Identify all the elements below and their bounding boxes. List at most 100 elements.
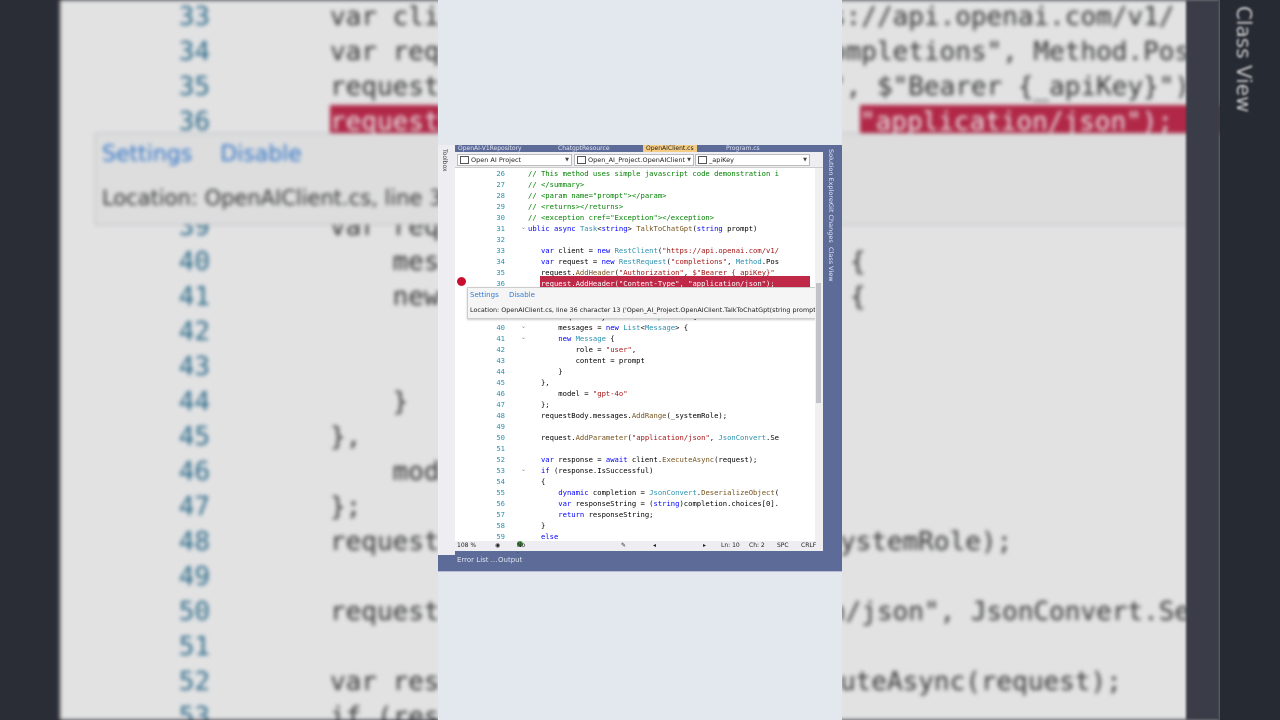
fold-toggle-icon[interactable]: ⌄ <box>521 224 526 231</box>
background-settings-link: Settings <box>102 142 193 167</box>
code-line[interactable]: var responseString = (string)completion.… <box>528 499 779 508</box>
line-number: 26 <box>496 169 505 178</box>
code-line[interactable]: var response = await client.ExecuteAsync… <box>528 455 757 464</box>
background-line-number: 53 <box>178 702 210 720</box>
background-code-text: }; <box>330 492 362 522</box>
background-code-text: new <box>330 282 440 312</box>
right-tool-rail: Solution Explorer Git Changes Class View <box>823 145 842 555</box>
toolbox-tab[interactable]: Toolbox <box>441 149 448 172</box>
background-line-number: 47 <box>178 492 210 522</box>
code-line[interactable]: messages = new List<Message> { <box>528 323 688 332</box>
vertical-scrollbar[interactable] <box>815 168 823 542</box>
brush-icon[interactable]: ✎ <box>621 541 626 551</box>
line-number: 35 <box>496 268 505 277</box>
background-line-number: 48 <box>178 527 210 557</box>
whitespace-mode[interactable]: SPC <box>777 541 789 551</box>
arrow-left-icon[interactable]: ◂ <box>653 541 656 551</box>
code-line[interactable]: new Message { <box>528 334 614 343</box>
background-line-number: 42 <box>178 317 210 347</box>
member-dropdown[interactable]: _apiKey ▼ <box>695 154 810 166</box>
background-code-fragment: uteAsync(request); <box>840 667 1122 697</box>
project-dropdown[interactable]: Open AI Project ▼ <box>457 154 572 166</box>
code-line[interactable]: var client = new RestClient("https://api… <box>528 246 779 255</box>
code-line[interactable]: // <returns></returns> <box>528 202 623 211</box>
background-code-text: request <box>330 597 440 627</box>
zoom-level[interactable]: 108 % <box>457 541 476 551</box>
code-line[interactable]: }, <box>528 378 550 387</box>
class-icon <box>577 156 586 164</box>
tab-program-cs[interactable]: Program.cs <box>723 145 763 152</box>
line-number: 57 <box>496 510 505 519</box>
background-code-fragment: ystemRole); <box>840 527 1013 557</box>
background-code-fragment: { <box>850 247 866 277</box>
background-code-text: mod <box>330 457 440 487</box>
line-number: 40 <box>496 323 505 332</box>
line-number: 30 <box>496 213 505 222</box>
code-line[interactable]: } <box>528 367 562 376</box>
code-line[interactable]: dynamic completion = JsonConvert.Deseria… <box>528 488 779 497</box>
arrow-right-icon[interactable]: ▸ <box>703 541 706 551</box>
line-number: 49 <box>496 422 505 431</box>
code-line[interactable]: }; <box>528 400 550 409</box>
tab-output[interactable]: Output <box>498 556 522 564</box>
background-code-text: var res <box>330 667 440 697</box>
background-line-number: 49 <box>178 562 210 592</box>
code-line[interactable]: { <box>528 477 545 486</box>
background-disable-link: Disable <box>220 142 302 167</box>
breakpoint-disable-link[interactable]: Disable <box>509 291 535 299</box>
tab-chatgpt-resource[interactable]: ChatgptResource <box>555 145 613 152</box>
visual-studio-window: Toolbox OpenAI-V1Repository ChatgptResou… <box>438 145 842 572</box>
background-line-number: 45 <box>178 422 210 452</box>
background-class-view-label: Class View <box>1232 6 1256 113</box>
code-line[interactable]: // <exception cref="Exception"></excepti… <box>528 213 714 222</box>
code-line[interactable]: requestBody.messages.AddRange(_systemRol… <box>528 411 727 420</box>
line-number: 33 <box>496 246 505 255</box>
code-line[interactable]: // </summary> <box>528 180 584 189</box>
tab-openaiclient-cs[interactable]: OpenAIClient.cs <box>643 145 697 152</box>
fold-toggle-icon[interactable]: ⌄ <box>521 466 526 473</box>
background-code-fragment: n/json", JsonConvert.Se <box>830 597 1191 627</box>
line-number: 42 <box>496 345 505 354</box>
class-dropdown[interactable]: Open_AI_Project.OpenAIClient ▼ <box>574 154 694 166</box>
tab-error-list[interactable]: Error List ... <box>457 556 497 564</box>
line-number: 32 <box>496 235 505 244</box>
code-line[interactable]: return responseString; <box>528 510 653 519</box>
git-changes-tab[interactable]: Git Changes <box>827 203 835 243</box>
navigation-bar: Open AI Project ▼ Open_AI_Project.OpenAIC… <box>455 152 836 168</box>
code-line[interactable]: var request = new RestRequest("completio… <box>528 257 779 266</box>
background-code-text: var cli <box>330 2 440 32</box>
code-line[interactable]: // <param name="prompt"></param> <box>528 191 666 200</box>
code-line[interactable]: role = "user", <box>528 345 637 354</box>
code-line[interactable]: request.AddHeader("Authorization", $"Bea… <box>528 268 775 277</box>
solution-explorer-tab[interactable]: Solution Explorer <box>827 149 835 205</box>
code-line[interactable]: ublic async Task<string> TalkToChatGpt(s… <box>528 224 757 233</box>
tab-openai-repository[interactable]: OpenAI-V1Repository <box>455 145 525 152</box>
line-number: 56 <box>496 499 505 508</box>
code-line[interactable]: model = "gpt-4o" <box>528 389 627 398</box>
chevron-down-icon: ▼ <box>803 157 807 163</box>
code-editor[interactable]: 26 // This method uses simple javascript … <box>455 168 815 542</box>
line-number: 28 <box>496 191 505 200</box>
fold-toggle-icon[interactable]: ⌄ <box>521 334 526 341</box>
code-line[interactable]: request.AddParameter("application/json",… <box>528 433 779 442</box>
copilot-icon[interactable]: ◉ <box>495 541 500 551</box>
code-line[interactable]: content = prompt <box>528 356 645 365</box>
scrollbar-thumb[interactable] <box>816 283 821 403</box>
background-line-number: 34 <box>178 37 210 67</box>
background-scrollbar <box>1186 0 1220 720</box>
background-code-text: if (res <box>330 702 440 720</box>
line-ending-mode[interactable]: CRLF <box>801 541 816 551</box>
line-number: 50 <box>496 433 505 442</box>
background-code-fragment: { <box>850 282 866 312</box>
breakpoint-settings-link[interactable]: Settings <box>470 291 499 299</box>
code-line[interactable]: if (response.IsSuccessful) <box>528 466 654 475</box>
code-line[interactable]: else <box>528 532 558 541</box>
code-line[interactable]: } <box>528 521 545 530</box>
breakpoint-icon[interactable] <box>457 277 466 286</box>
background-line-number: 46 <box>178 457 210 487</box>
fold-toggle-icon[interactable]: ⌄ <box>521 323 526 330</box>
breakpoint-location-text: Location: OpenAIClient.cs, line 36 chara… <box>470 306 823 314</box>
code-line[interactable]: // This method uses simple javascript co… <box>528 169 779 178</box>
editor-status-bar: 108 % ◉ No issues found ✎ ◂ ▸ Ln: 10 Ch:… <box>455 541 823 569</box>
class-view-tab[interactable]: Class View <box>827 247 835 282</box>
